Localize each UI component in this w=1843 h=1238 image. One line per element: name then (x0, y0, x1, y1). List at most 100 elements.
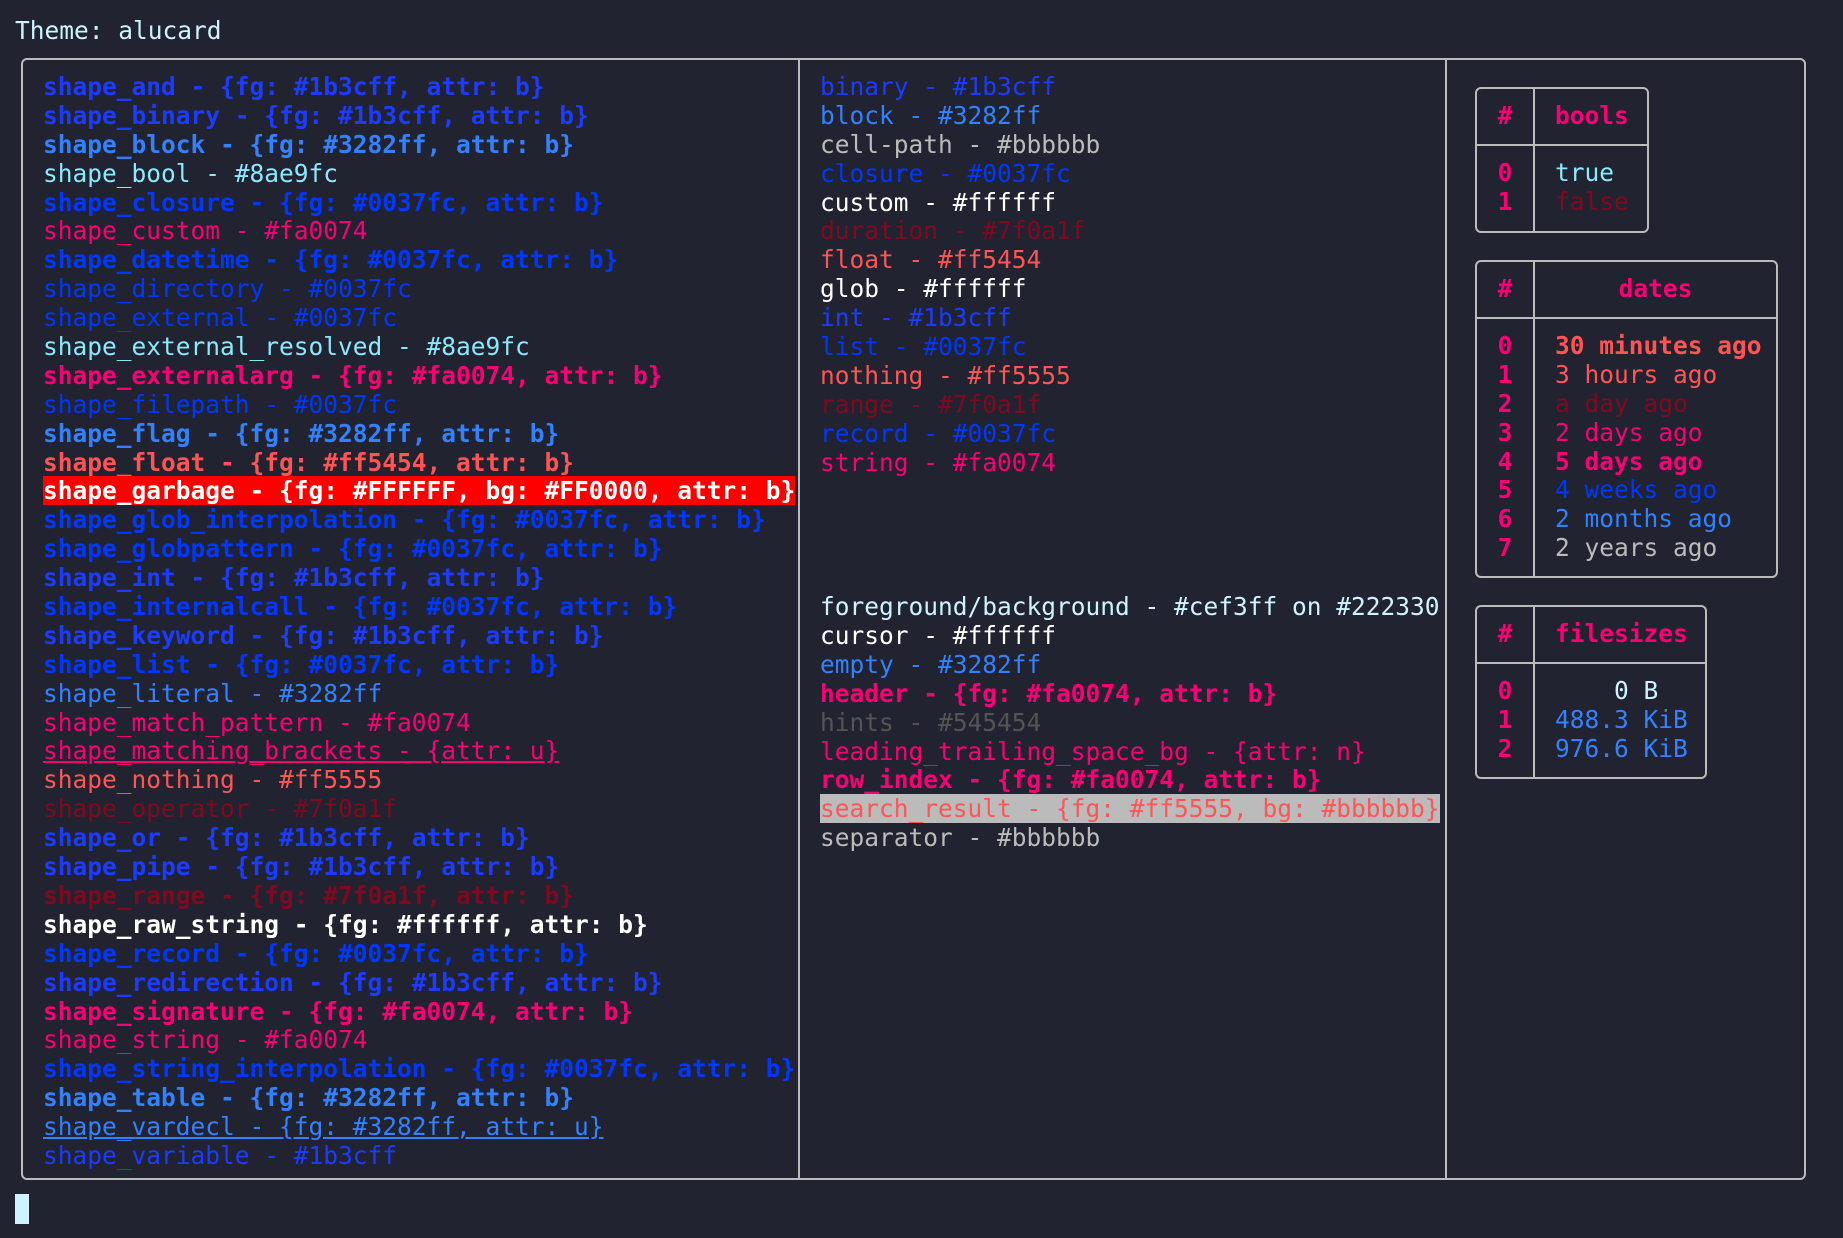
shape-color-line-text: shape_datetime - {fg: #0037fc, attr: b} (43, 245, 619, 275)
row-value: false (1555, 186, 1629, 216)
row-value: 3 hours ago (1555, 359, 1718, 389)
theme-title: Theme: alucard (15, 16, 222, 45)
shape-color-line-text: shape_operator - #7f0a1f (43, 794, 398, 824)
type-color-line-text: block - #3282ff (820, 100, 1042, 130)
row-value: 976.6 KiB (1555, 733, 1688, 763)
table-row: 0 30 minutes ago (1477, 331, 1776, 361)
column-separator-2 (1445, 58, 1447, 1180)
shape-color-line-text: shape_closure - {fg: #0037fc, attr: b} (43, 187, 604, 217)
row-index: 5 (1497, 475, 1513, 505)
type-color-line: duration - #7f0a1f (820, 217, 1440, 246)
shape-color-line-text: shape_or - {fg: #1b3cff, attr: b} (43, 823, 530, 853)
table-row: 2 976.6 KiB (1477, 733, 1705, 764)
type-color-line: record - #0037fc (820, 418, 1440, 449)
row-index: 0 (1497, 676, 1513, 705)
row-index: 1 (1497, 359, 1513, 389)
row-value: 30 minutes ago (1555, 331, 1762, 360)
table-row: 0 true (1477, 158, 1647, 188)
shape-color-line: shape_variable - #1b3cff (43, 1141, 795, 1171)
row-index: 1 (1497, 704, 1513, 734)
shape-color-line-text: shape_int - {fg: #1b3cff, attr: b} (43, 563, 545, 593)
ui-color-line-text: separator - #bbbbbb (820, 823, 1101, 853)
ui-color-line: cursor - #ffffff (820, 621, 1440, 651)
shape-color-line: shape_signature - {fg: #fa0074, attr: b} (43, 997, 795, 1027)
type-color-line: list - #0037fc (820, 332, 1440, 362)
terminal-cursor (15, 1194, 29, 1224)
shape-color-line-text: shape_literal - #3282ff (43, 678, 383, 708)
shape-color-line-text: shape_string - #fa0074 (43, 1025, 368, 1055)
ui-color-line: empty - #3282ff (820, 650, 1440, 680)
shape-color-line-text: shape_flag - {fg: #3282ff, attr: b} (43, 418, 560, 448)
table-row: 1 false (1477, 186, 1647, 217)
ui-color-line: header - {fg: #fa0074, attr: b} (820, 679, 1440, 709)
shape-color-line: shape_nothing - #ff5555 (43, 765, 795, 795)
table-row: 2 a day ago (1477, 389, 1776, 419)
shape-color-line: shape_external - #0037fc (43, 303, 795, 333)
table-row: 1 488.3 KiB (1477, 704, 1705, 735)
row-value: 0 B (1555, 676, 1659, 705)
ui-color-line-text: leading_trailing_space_bg - {attr: n} (820, 736, 1366, 766)
dates-table: # dates 0 30 minutes ago 1 3 hours ago 2 a da… (1475, 260, 1778, 578)
shape-color-line: shape_internalcall - {fg: #0037fc, attr:… (43, 592, 795, 622)
shape-color-line-text: shape_external_resolved - #8ae9fc (43, 332, 530, 362)
shape-colors-column: shape_and - {fg: #1b3cff, attr: b} shape_… (43, 72, 796, 1171)
table-row: 0 0 B (1477, 676, 1705, 706)
row-index: 6 (1497, 504, 1513, 534)
type-color-line-text: custom - #ffffff (820, 187, 1057, 217)
type-color-line: binary - #1b3cff (820, 72, 1440, 102)
header-divider (1477, 317, 1776, 319)
shape-color-line: shape_pipe - {fg: #1b3cff, attr: b} (43, 852, 795, 882)
ui-color-line: separator - #bbbbbb (820, 823, 1440, 853)
type-color-line: closure - #0037fc (820, 159, 1440, 189)
table-row: 6 2 months ago (1477, 504, 1776, 534)
filesizes-rows: 0 0 B 1 488.3 KiB 2 976.6 KiB (1477, 676, 1705, 764)
shape-color-line-text: shape_garbage - {fg: #FFFFFF, bg: #FF000… (43, 476, 796, 506)
type-color-line: cell-path - #bbbbbb (820, 129, 1440, 160)
type-color-line-text: range - #7f0a1f (820, 389, 1042, 419)
shape-color-line-text: shape_and - {fg: #1b3cff, attr: b} (43, 72, 545, 101)
shape-color-line: shape_string - #fa0074 (43, 1025, 795, 1055)
shape-color-line: shape_float - {fg: #ff5454, attr: b} (43, 448, 795, 478)
row-index: 1 (1497, 186, 1513, 216)
shape-color-line-text: shape_pipe - {fg: #1b3cff, attr: b} (43, 852, 560, 882)
shape-color-line: shape_raw_string - {fg: #ffffff, attr: b… (43, 910, 795, 940)
type-colors-column: binary - #1b3cff block - #3282ff cell-path… (820, 72, 1440, 853)
shape-color-line-text: shape_glob_interpolation - {fg: #0037fc,… (43, 505, 766, 535)
shape-color-line: shape_literal - #3282ff (43, 678, 795, 709)
row-value: true (1555, 158, 1615, 187)
shape-color-line-text: shape_nothing - #ff5555 (43, 765, 383, 795)
shape-color-line-text: shape_custom - #fa0074 (43, 216, 368, 246)
shape-color-line-text: shape_block - {fg: #3282ff, attr: b} (43, 129, 575, 159)
shape-color-line: shape_redirection - {fg: #1b3cff, attr: … (43, 968, 795, 998)
filesizes-header: filesizes (1555, 619, 1688, 648)
table-row: 5 4 weeks ago (1477, 476, 1776, 505)
type-color-line-text: binary - #1b3cff (820, 72, 1057, 101)
type-color-line-text: record - #0037fc (820, 418, 1057, 448)
shape-color-line: shape_binary - {fg: #1b3cff, attr: b} (43, 101, 795, 131)
type-color-line-text: glob - #ffffff (820, 274, 1027, 304)
header-divider (1477, 662, 1705, 664)
header-divider (1477, 144, 1647, 146)
shape-color-line: shape_external_resolved - #8ae9fc (43, 332, 795, 362)
shape-color-line: shape_range - {fg: #7f0a1f, attr: b} (43, 881, 795, 911)
type-color-line-text: nothing - #ff5555 (820, 360, 1071, 390)
type-color-line-text: cell-path - #bbbbbb (820, 129, 1101, 159)
dates-rows: 0 30 minutes ago 1 3 hours ago 2 a day ago 3 2 … (1477, 331, 1776, 563)
row-index: 3 (1497, 417, 1513, 447)
type-color-line: string - #fa0074 (820, 448, 1440, 478)
bools-rows: 0 true 1 false (1477, 158, 1647, 217)
shape-color-line-text: shape_internalcall - {fg: #0037fc, attr:… (43, 592, 678, 622)
type-color-line-text: duration - #7f0a1f (820, 216, 1086, 246)
shape-colors-list: shape_and - {fg: #1b3cff, attr: b} shape_… (43, 72, 796, 1171)
shape-color-line: shape_matching_brackets - {attr: u} (43, 737, 795, 766)
shape-color-line: shape_globpattern - {fg: #0037fc, attr: … (43, 534, 795, 564)
index-header: # (1497, 274, 1513, 303)
index-header: # (1497, 101, 1513, 130)
shape-color-line: shape_flag - {fg: #3282ff, attr: b} (43, 418, 795, 449)
table-row: 1 3 hours ago (1477, 359, 1776, 390)
shape-color-line: shape_datetime - {fg: #0037fc, attr: b} (43, 245, 795, 275)
shape-color-line-text: shape_record - {fg: #0037fc, attr: b} (43, 938, 589, 968)
shape-color-line: shape_record - {fg: #0037fc, attr: b} (43, 938, 795, 969)
type-colors-list: binary - #1b3cff block - #3282ff cell-path… (820, 72, 1440, 478)
